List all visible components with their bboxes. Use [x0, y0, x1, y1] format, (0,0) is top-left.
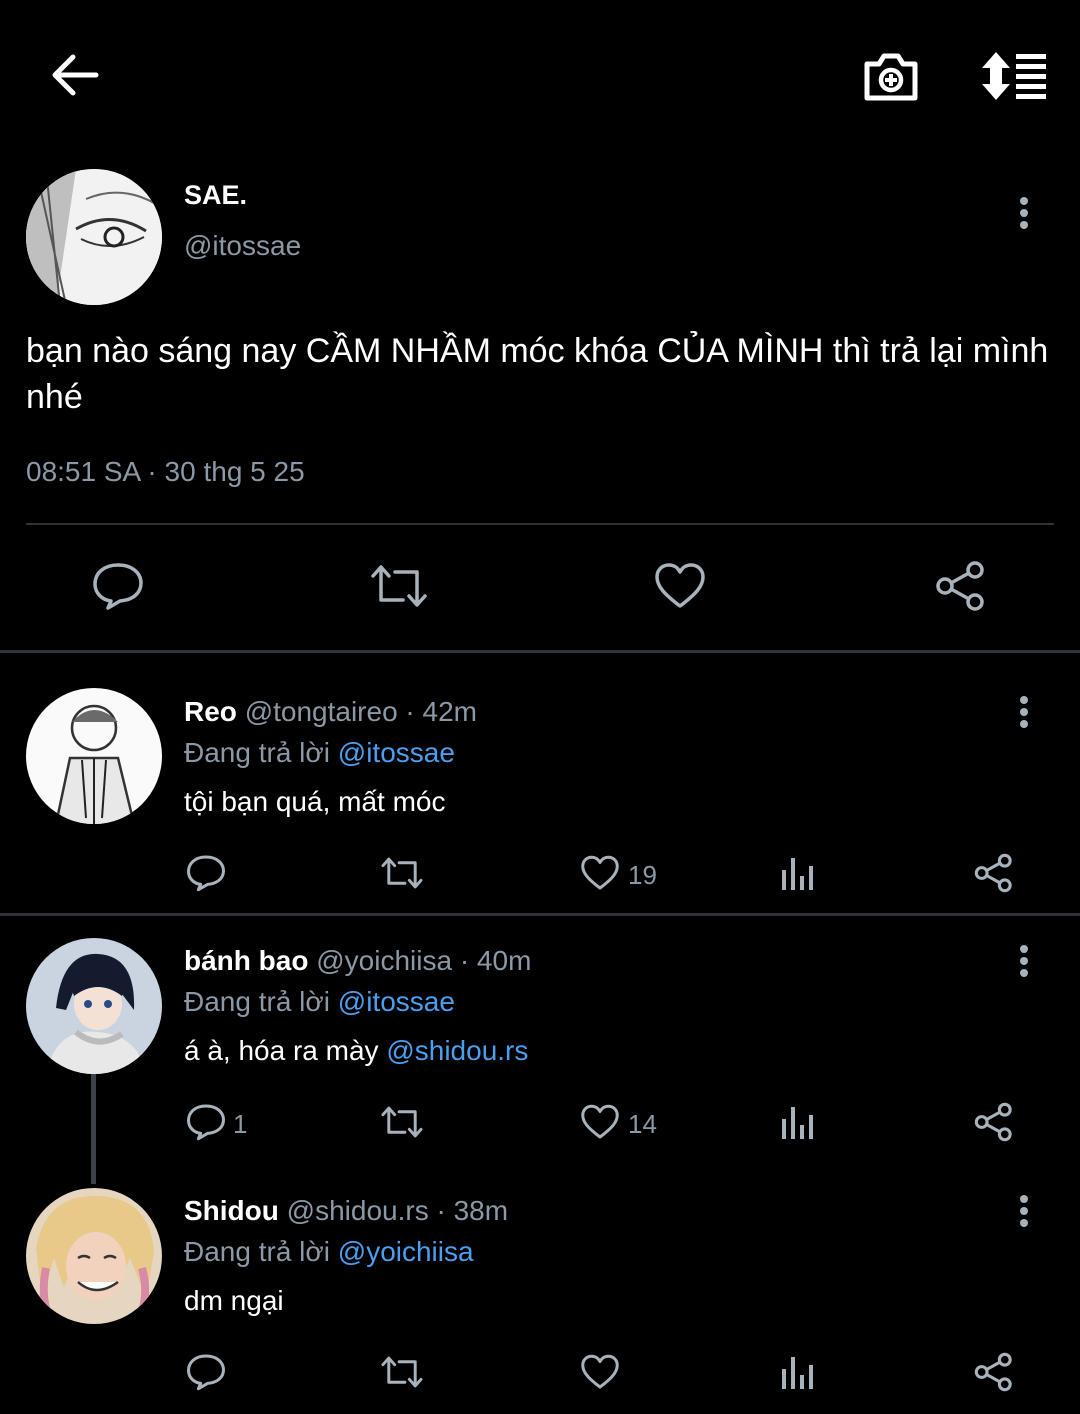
- retweet-icon[interactable]: [369, 556, 429, 616]
- replying-to-link[interactable]: @itossae: [338, 986, 455, 1017]
- reply-text: dm ngại: [184, 1285, 284, 1316]
- reply-icon[interactable]: [184, 851, 228, 895]
- back-arrow-icon[interactable]: [40, 40, 110, 110]
- reply-handle-time[interactable]: @shidou.rs · 38m: [287, 1195, 508, 1226]
- avatar[interactable]: [26, 938, 162, 1074]
- divider: [26, 523, 1054, 525]
- heart-icon[interactable]: [578, 1100, 622, 1144]
- divider: [0, 650, 1080, 653]
- replying-label: Đang trả lời: [184, 1236, 330, 1267]
- reply-author-name[interactable]: Reo: [184, 696, 237, 727]
- reply-handle-time[interactable]: @tongtaireo · 42m: [245, 696, 477, 727]
- share-icon[interactable]: [972, 851, 1016, 895]
- replying-label: Đang trả lời: [184, 986, 330, 1017]
- reply-handle-time[interactable]: @yoichiisa · 40m: [316, 945, 531, 976]
- replying-label: Đang trả lời: [184, 737, 330, 768]
- retweet-icon[interactable]: [380, 1100, 424, 1144]
- author-handle[interactable]: @itossae: [184, 230, 301, 262]
- heart-icon[interactable]: [650, 556, 710, 616]
- avatar[interactable]: [26, 169, 162, 305]
- mention-link[interactable]: @shidou.rs: [386, 1035, 528, 1066]
- tweet-timestamp: 08:51 SA · 30 thg 5 25: [26, 456, 305, 487]
- like-count: 19: [628, 860, 657, 890]
- share-icon[interactable]: [972, 1350, 1016, 1394]
- reply-count: 1: [233, 1109, 248, 1139]
- retweet-icon[interactable]: [380, 851, 424, 895]
- share-icon[interactable]: [931, 556, 991, 616]
- more-options-icon[interactable]: [1004, 193, 1044, 233]
- reply-text: á à, hóa ra mày: [184, 1035, 387, 1066]
- analytics-icon[interactable]: [775, 1100, 819, 1144]
- divider: [0, 913, 1080, 916]
- retweet-icon[interactable]: [380, 1350, 424, 1394]
- more-options-icon[interactable]: [1004, 692, 1044, 732]
- heart-icon[interactable]: [578, 1350, 622, 1394]
- reply-icon[interactable]: [184, 1100, 228, 1144]
- avatar[interactable]: [26, 688, 162, 824]
- replying-to-link[interactable]: @itossae: [338, 737, 455, 768]
- author-name[interactable]: SAE.: [184, 180, 247, 211]
- thread-line: [91, 1074, 96, 1184]
- analytics-icon[interactable]: [775, 851, 819, 895]
- share-icon[interactable]: [972, 1100, 1016, 1144]
- like-count: 14: [628, 1109, 657, 1139]
- more-options-icon[interactable]: [1004, 1191, 1044, 1231]
- reply-author-name[interactable]: Shidou: [184, 1195, 279, 1226]
- reply-icon[interactable]: [88, 556, 148, 616]
- avatar[interactable]: [26, 1188, 162, 1324]
- more-options-icon[interactable]: [1004, 941, 1044, 981]
- reply-icon[interactable]: [184, 1350, 228, 1394]
- tweet-text: bạn nào sáng nay CẦM NHẦM móc khóa CỦA M…: [26, 332, 1049, 416]
- camera-add-icon[interactable]: [855, 40, 927, 112]
- reply-text: tội bạn quá, mất móc: [184, 786, 446, 817]
- sort-list-icon[interactable]: [975, 40, 1055, 112]
- analytics-icon[interactable]: [775, 1350, 819, 1394]
- reply-author-name[interactable]: bánh bao: [184, 945, 308, 976]
- heart-icon[interactable]: [578, 851, 622, 895]
- replying-to-link[interactable]: @yoichiisa: [338, 1236, 474, 1267]
